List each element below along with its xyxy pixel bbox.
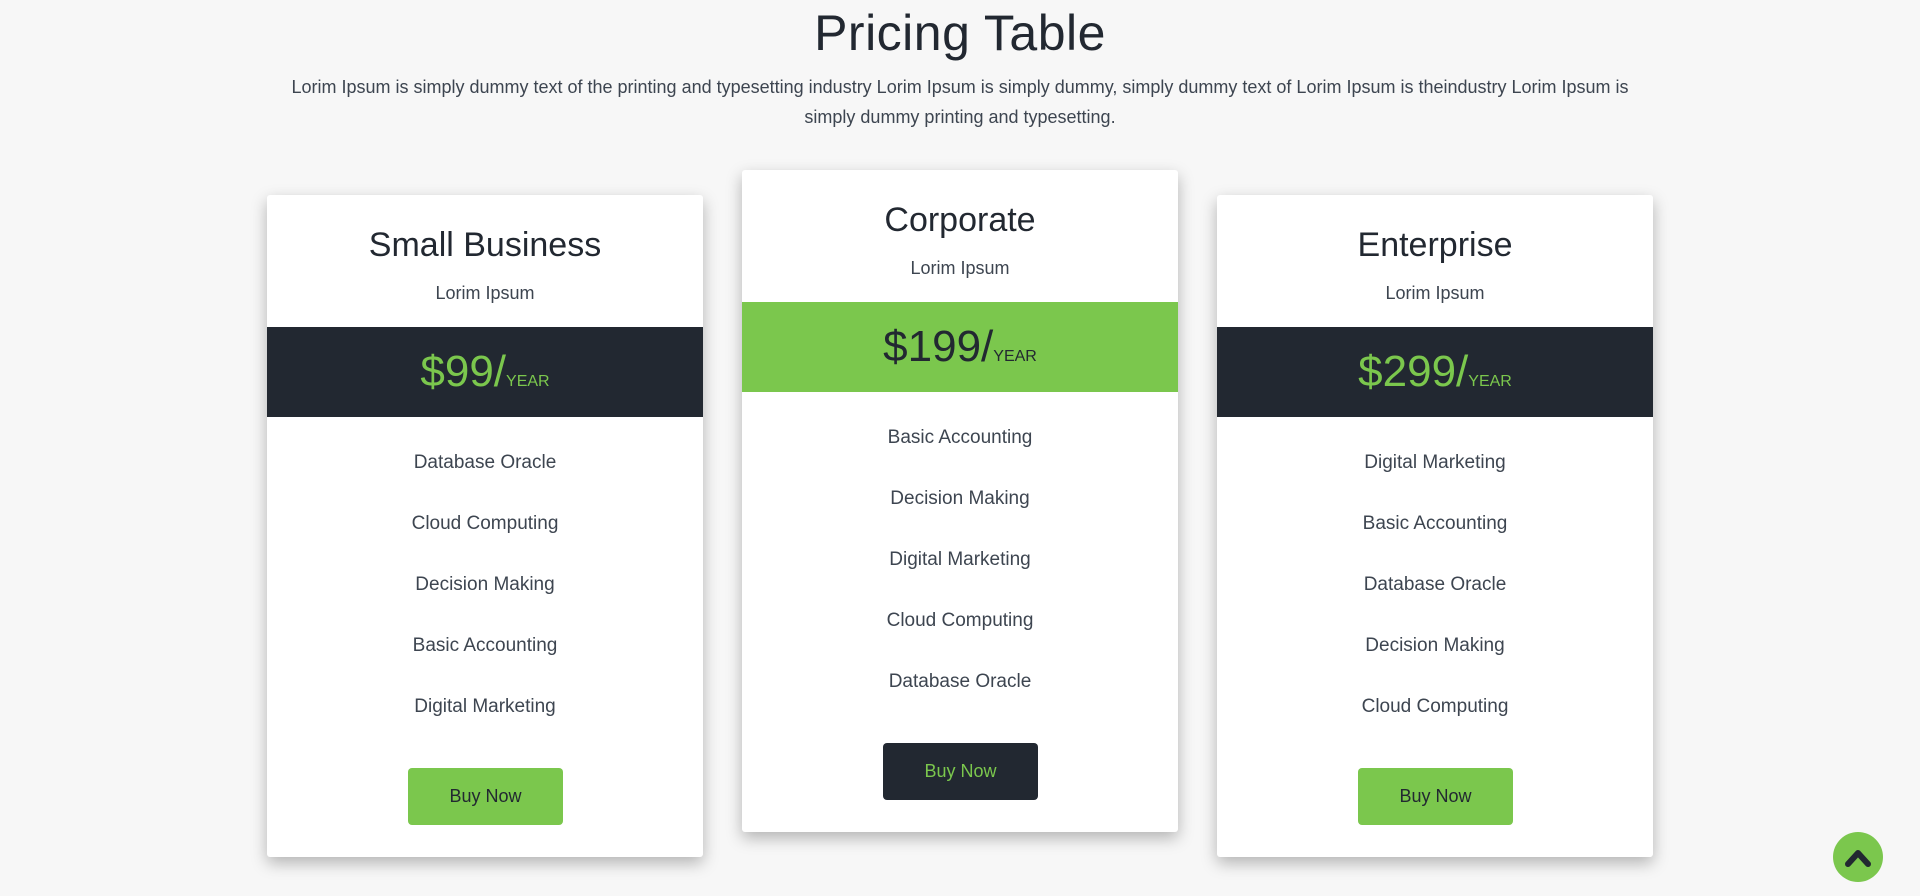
- buy-now-button-enterprise[interactable]: Buy Now: [1358, 768, 1513, 825]
- buy-now-button-small-business[interactable]: Buy Now: [408, 768, 563, 825]
- feature-item: Decision Making: [415, 574, 555, 595]
- chevron-up-icon: [1845, 850, 1871, 867]
- feature-item: Basic Accounting: [887, 427, 1033, 448]
- price-unit: YEAR: [506, 373, 550, 390]
- plan-subtitle: Lorim Ipsum: [435, 283, 535, 303]
- price-band: $99/YEAR: [267, 327, 703, 417]
- page-title: Pricing Table: [814, 5, 1106, 61]
- feature-list: Digital Marketing Basic Accounting Datab…: [1217, 450, 1653, 755]
- feature-item: Database Oracle: [413, 452, 557, 473]
- page-description: Lorim Ipsum is simply dummy text of the …: [291, 77, 1629, 127]
- buy-now-button-corporate[interactable]: Buy Now: [883, 743, 1038, 800]
- feature-item: Basic Accounting: [1362, 513, 1508, 534]
- plan-subtitle: Lorim Ipsum: [1385, 283, 1485, 303]
- feature-item: Digital Marketing: [1364, 452, 1506, 473]
- feature-item: Database Oracle: [888, 671, 1032, 692]
- scroll-to-top-button[interactable]: [1833, 832, 1883, 882]
- feature-item: Basic Accounting: [412, 635, 558, 656]
- price-unit: YEAR: [1468, 373, 1512, 390]
- plan-price: $299/YEAR: [1358, 345, 1512, 399]
- plan-subtitle: Lorim Ipsum: [910, 258, 1010, 278]
- plan-card-enterprise: Enterprise Lorim Ipsum $299/YEAR Digital…: [1217, 195, 1653, 857]
- feature-list: Basic Accounting Decision Making Digital…: [742, 425, 1178, 730]
- price-unit: YEAR: [993, 348, 1037, 365]
- price-band: $299/YEAR: [1217, 327, 1653, 417]
- feature-item: Cloud Computing: [411, 513, 559, 534]
- feature-list: Database Oracle Cloud Computing Decision…: [267, 450, 703, 755]
- price-band: $199/YEAR: [742, 302, 1178, 392]
- plan-price: $199/YEAR: [883, 320, 1037, 374]
- feature-item: Cloud Computing: [886, 610, 1034, 631]
- feature-item: Digital Marketing: [889, 549, 1031, 570]
- price-amount: $99/: [420, 347, 507, 396]
- price-amount: $299/: [1358, 347, 1469, 396]
- plan-name: Corporate: [884, 201, 1036, 239]
- feature-item: Database Oracle: [1363, 574, 1507, 595]
- price-amount: $199/: [883, 322, 994, 371]
- feature-item: Decision Making: [890, 488, 1030, 509]
- feature-item: Digital Marketing: [414, 696, 556, 717]
- plan-card-small-business: Small Business Lorim Ipsum $99/YEAR Data…: [267, 195, 703, 857]
- plan-card-corporate: Corporate Lorim Ipsum $199/YEAR Basic Ac…: [742, 170, 1178, 832]
- feature-item: Cloud Computing: [1361, 696, 1509, 717]
- feature-item: Decision Making: [1365, 635, 1505, 656]
- plan-name: Small Business: [368, 226, 602, 264]
- plan-name: Enterprise: [1357, 226, 1513, 264]
- plan-price: $99/YEAR: [420, 345, 549, 399]
